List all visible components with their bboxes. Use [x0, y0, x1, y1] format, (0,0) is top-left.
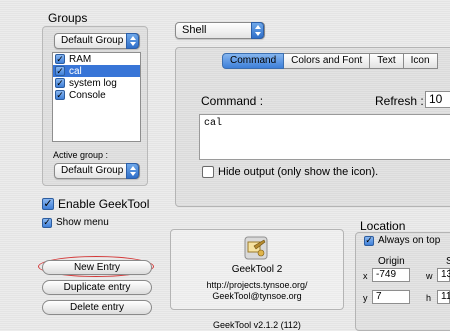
x-origin-input[interactable]: -749 — [372, 268, 410, 282]
group-entries-list[interactable]: ✓ RAM ✓ cal ✓ system log ✓ Console — [52, 52, 141, 142]
popup-arrows-icon — [126, 33, 139, 49]
show-menu-checkbox[interactable]: ✓ Show menu — [42, 217, 109, 228]
entry-type-popup[interactable]: Shell — [175, 22, 265, 39]
show-menu-label: Show menu — [56, 217, 109, 228]
y-origin-input[interactable]: 7 — [372, 290, 410, 304]
list-item[interactable]: ✓ RAM — [53, 53, 140, 65]
refresh-input[interactable]: 10 — [425, 91, 450, 108]
width-input[interactable]: 13 — [437, 268, 450, 282]
contact-email: GeekTool@tynsoe.org — [212, 291, 302, 301]
app-name: GeekTool 2 — [231, 264, 283, 275]
y-label: y — [363, 293, 368, 303]
enable-geektool-checkbox[interactable]: ✓ Enable GeekTool — [42, 197, 149, 211]
delete-entry-button[interactable]: Delete entry — [42, 300, 152, 315]
list-item[interactable]: ✓ Console — [53, 89, 140, 101]
checkbox-checked-icon[interactable]: ✓ — [55, 90, 65, 100]
checkbox-checked-icon[interactable]: ✓ — [364, 235, 374, 246]
w-label: w — [426, 271, 433, 281]
tab-colors-and-font[interactable]: Colors and Font — [284, 53, 371, 69]
about-panel: GeekTool 2 http://projects.tynsoe.org/ G… — [170, 229, 344, 310]
refresh-label: Refresh : — [375, 94, 424, 108]
height-input[interactable]: 11 — [437, 290, 450, 304]
group-selector-value: Default Group — [61, 35, 124, 46]
groups-title: Groups — [48, 11, 88, 25]
active-group-popup[interactable]: Default Group — [54, 163, 140, 179]
duplicate-entry-button[interactable]: Duplicate entry — [42, 280, 152, 295]
checkbox-checked-icon[interactable]: ✓ — [55, 54, 65, 64]
project-url: http://projects.tynsoe.org/ — [206, 280, 308, 290]
list-item[interactable]: ✓ cal — [53, 65, 140, 77]
list-item-label: cal — [69, 65, 82, 77]
always-on-top-label: Always on top — [378, 235, 441, 246]
x-label: x — [363, 271, 368, 281]
tab-text[interactable]: Text — [370, 53, 404, 69]
checkbox-unchecked-icon[interactable] — [202, 166, 214, 178]
settings-tabs: Command Colors and Font Text Icon — [222, 53, 438, 69]
new-entry-button[interactable]: New Entry — [42, 260, 152, 275]
location-title: Location — [360, 219, 406, 233]
h-label: h — [426, 293, 432, 303]
checkbox-checked-icon[interactable]: ✓ — [42, 198, 54, 210]
popup-arrows-icon — [251, 22, 264, 39]
list-item-label: Console — [69, 89, 106, 101]
tab-command[interactable]: Command — [222, 53, 285, 69]
list-item[interactable]: ✓ system log — [53, 77, 140, 89]
geektool-app-icon — [244, 236, 268, 260]
popup-arrows-icon — [126, 163, 139, 179]
hide-output-label: Hide output (only show the icon). — [218, 166, 379, 178]
entry-type-value: Shell — [182, 24, 207, 36]
checkbox-checked-icon[interactable]: ✓ — [42, 217, 52, 228]
list-item-label: RAM — [69, 53, 92, 65]
hide-output-checkbox[interactable]: Hide output (only show the icon). — [202, 166, 378, 178]
tab-icon[interactable]: Icon — [403, 53, 438, 69]
command-textarea[interactable]: cal — [199, 114, 450, 160]
active-group-value: Default Group — [61, 165, 124, 176]
size-label: S — [446, 256, 450, 267]
active-group-label: Active group : — [53, 150, 109, 160]
list-item-label: system log — [69, 77, 117, 89]
enable-geektool-label: Enable GeekTool — [58, 197, 150, 211]
origin-label: Origin — [378, 256, 405, 267]
version-label: GeekTool v2.1.2 (112) — [213, 320, 301, 330]
command-label: Command : — [201, 94, 264, 108]
group-selector-popup[interactable]: Default Group — [54, 33, 140, 49]
always-on-top-checkbox[interactable]: ✓ Always on top — [364, 235, 440, 246]
checkbox-checked-icon[interactable]: ✓ — [55, 66, 65, 76]
checkbox-checked-icon[interactable]: ✓ — [55, 78, 65, 88]
